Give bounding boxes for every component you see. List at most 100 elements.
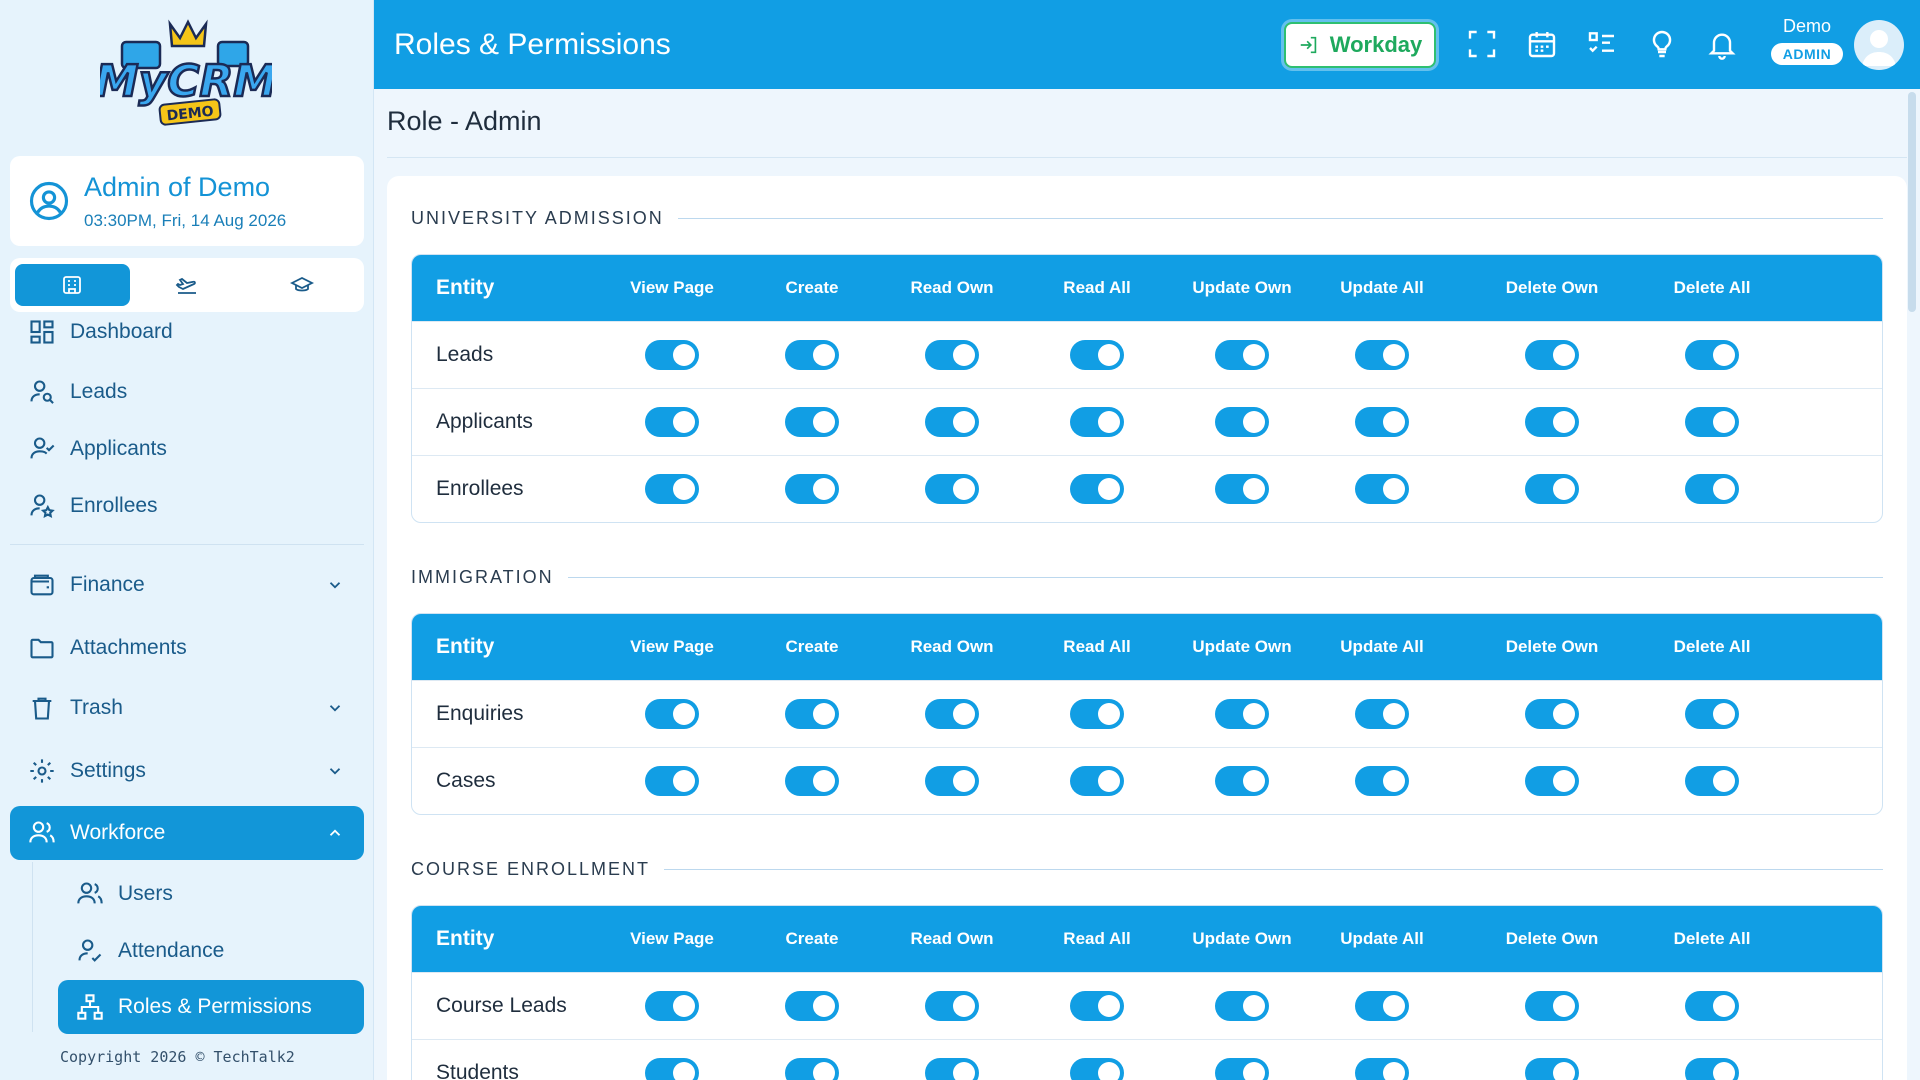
permission-toggle[interactable] [1685,1058,1739,1080]
permission-toggle[interactable] [1355,407,1409,437]
permission-toggle[interactable] [645,991,699,1021]
column-header: Update Own [1192,929,1292,948]
permission-toggle[interactable] [1215,474,1269,504]
user-search-icon [30,380,54,404]
mycrm-logo[interactable]: MyCRM DEMO [100,16,272,134]
tab-university[interactable] [15,264,130,306]
sidebar-item-attachments[interactable]: Attachments [10,622,364,674]
permission-toggle[interactable] [785,474,839,504]
sidebar-item-leads[interactable]: Leads [10,366,364,418]
permission-toggle[interactable] [1215,766,1269,796]
chevron-down-icon [329,705,341,712]
permission-cell [1472,474,1632,504]
permission-toggle[interactable] [1355,340,1409,370]
permission-toggle[interactable] [1215,340,1269,370]
permission-toggle[interactable] [1215,699,1269,729]
permission-cell [902,1058,1002,1080]
permission-toggle[interactable] [1355,766,1409,796]
column-header: Update All [1340,278,1424,297]
permission-toggle[interactable] [925,340,979,370]
permission-toggle[interactable] [1525,699,1579,729]
permission-toggle[interactable] [925,407,979,437]
permission-toggle[interactable] [645,474,699,504]
permission-toggle[interactable] [1685,991,1739,1021]
permission-toggle[interactable] [925,766,979,796]
permission-cell [902,766,1002,796]
permission-toggle[interactable] [1685,699,1739,729]
permission-toggle[interactable] [925,474,979,504]
permission-toggle[interactable] [1525,474,1579,504]
permission-toggle[interactable] [1525,1058,1579,1080]
permission-toggle[interactable] [645,340,699,370]
permission-toggle[interactable] [1070,699,1124,729]
permission-toggle[interactable] [785,407,839,437]
sidebar-item-finance[interactable]: Finance [10,559,364,611]
workday-button[interactable]: Workday [1284,22,1436,68]
permission-toggle[interactable] [1215,1058,1269,1080]
permission-cell [1632,1058,1792,1080]
permission-toggle[interactable] [1070,407,1124,437]
permission-toggle[interactable] [925,699,979,729]
sidebar-item-enrollees[interactable]: Enrollees [10,480,364,532]
permission-toggle[interactable] [645,766,699,796]
bell-icon[interactable] [1706,28,1738,60]
avatar[interactable] [1854,20,1904,70]
page-heading: Role - Admin [387,106,1907,158]
fullscreen-icon[interactable] [1466,28,1498,60]
permission-toggle[interactable] [645,699,699,729]
sidebar-item-attendance[interactable]: Attendance [58,925,364,977]
calendar-icon[interactable] [1526,28,1558,60]
permission-toggle[interactable] [1355,699,1409,729]
permission-toggle[interactable] [645,407,699,437]
permission-toggle[interactable] [1525,991,1579,1021]
permission-toggle[interactable] [785,766,839,796]
permission-toggle[interactable] [1685,407,1739,437]
tab-course[interactable] [244,264,359,306]
permission-toggle[interactable] [1355,474,1409,504]
permission-toggle[interactable] [1215,991,1269,1021]
permission-toggle[interactable] [1355,991,1409,1021]
sidebar-item-dashboard[interactable]: Dashboard [10,306,364,358]
sidebar-item-applicants[interactable]: Applicants [10,423,364,475]
permission-toggle[interactable] [1355,1058,1409,1080]
sidebar-item-label: Attendance [118,939,225,962]
permission-toggle[interactable] [1685,766,1739,796]
permission-toggle[interactable] [925,991,979,1021]
user-name: Admin of Demo [84,171,271,202]
scrollbar[interactable] [1908,92,1916,312]
sidebar-item-label: Users [118,882,173,905]
tab-immigration[interactable] [130,264,245,306]
permission-toggle[interactable] [785,340,839,370]
permission-cell [1292,407,1472,437]
permission-toggle[interactable] [1685,474,1739,504]
permission-toggle[interactable] [645,1058,699,1080]
checklist-icon[interactable] [1586,28,1618,60]
column-header: Read All [1063,278,1131,297]
header-user[interactable]: Demo ADMIN [1766,16,1848,65]
permission-toggle[interactable] [925,1058,979,1080]
permission-toggle[interactable] [1070,991,1124,1021]
sidebar-item-trash[interactable]: Trash [10,682,364,734]
sidebar-item-users[interactable]: Users [58,868,364,920]
permission-toggle[interactable] [785,699,839,729]
permission-toggle[interactable] [1525,340,1579,370]
user-card[interactable]: Admin of Demo 03:30PM, Fri, 14 Aug 2026 [10,156,364,246]
permission-toggle[interactable] [1215,407,1269,437]
sidebar: MyCRM DEMO Admin of Demo 03:30PM, Fri, 1… [0,0,374,1080]
permission-cell [1632,340,1792,370]
permission-cell [1632,699,1792,729]
permission-toggle[interactable] [1525,407,1579,437]
permission-toggle[interactable] [785,991,839,1021]
permission-toggle[interactable] [1525,766,1579,796]
permission-toggle[interactable] [785,1058,839,1080]
permission-toggle[interactable] [1685,340,1739,370]
sidebar-item-settings[interactable]: Settings [10,745,364,797]
sidebar-item-roles-permissions[interactable]: Roles & Permissions [58,980,364,1034]
lightbulb-icon[interactable] [1646,28,1678,60]
permission-toggle[interactable] [1070,474,1124,504]
permission-toggle[interactable] [1070,1058,1124,1080]
sidebar-item-workforce[interactable]: Workforce [10,806,364,860]
permission-toggle[interactable] [1070,766,1124,796]
column-header: View Page [630,278,714,297]
permission-toggle[interactable] [1070,340,1124,370]
